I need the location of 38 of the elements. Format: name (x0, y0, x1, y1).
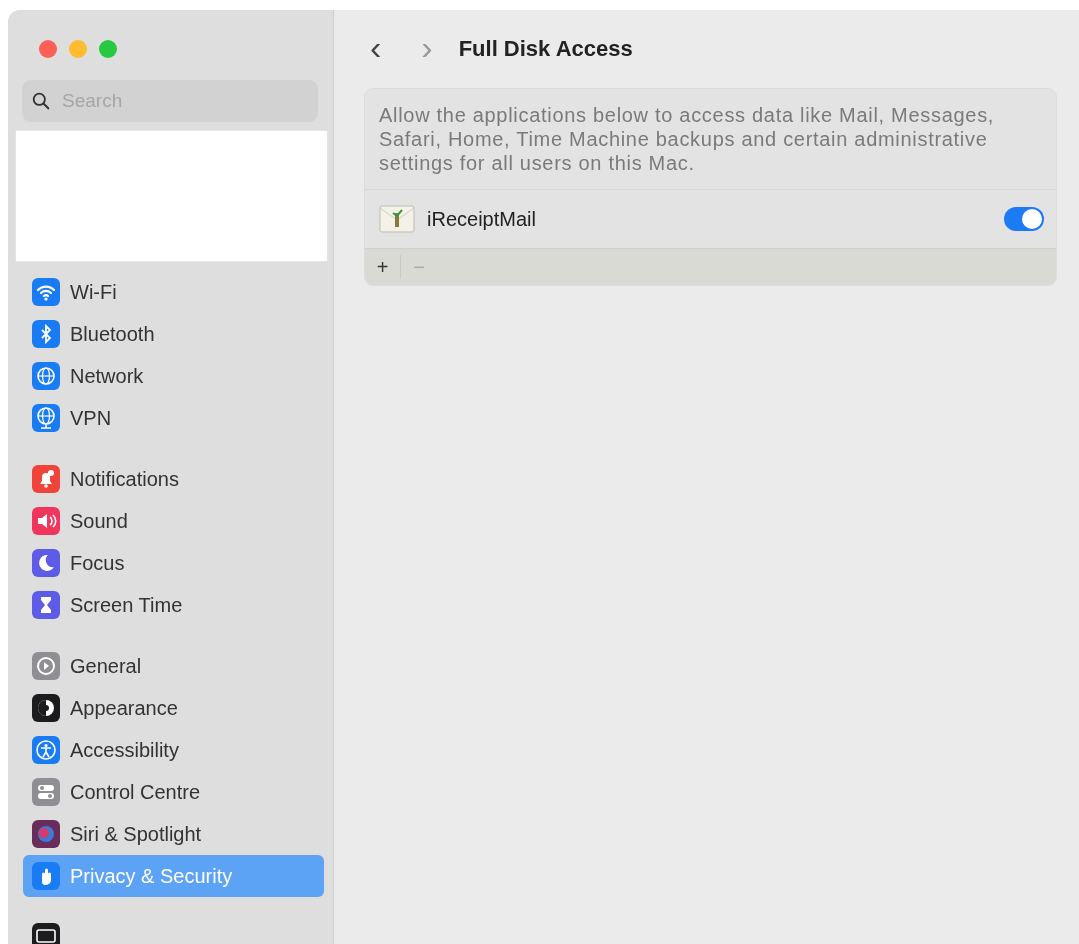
sidebar-item-label: Privacy & Security (70, 864, 233, 888)
sidebar-item-label: Appearance (70, 696, 178, 720)
description-text: Allow the applications below to access data like Mail, Messages, Safari, Home, Time Machine backups and certain administrative settings for all users on this Mac. (365, 89, 1056, 190)
sidebar-item[interactable]: Control Centre (23, 771, 324, 813)
sidebar-item-label: Control Centre (70, 780, 201, 804)
sidebar-item-label: Notifications (70, 467, 179, 491)
sidebar-item-label: Bluetooth (70, 322, 155, 346)
sidebar-item-label: Siri & Spotlight (70, 822, 202, 846)
sidebar-item-label: VPN (70, 406, 112, 430)
sidebar-item[interactable]: Wi-Fi (23, 271, 324, 313)
sidebar-item-label: Focus (70, 551, 125, 575)
zoom-button[interactable] (99, 40, 117, 58)
back-button[interactable]: ‹ (364, 30, 388, 64)
sidebar-item-label: Screen Time (70, 593, 183, 617)
minimize-button[interactable] (69, 40, 87, 58)
sidebar-item-label: Sound (70, 509, 128, 533)
sidebar-item[interactable]: Screen Time (23, 584, 324, 626)
sidebar-item[interactable]: General (23, 645, 324, 687)
sidebar-item[interactable]: Notifications (23, 458, 324, 500)
sidebar-item-label: Wi-Fi (70, 280, 117, 304)
sidebar-item-label: General (70, 654, 142, 678)
sidebar-item[interactable]: Sound (23, 500, 324, 542)
app-name: iReceiptMail (427, 207, 537, 231)
toggle-switch[interactable] (1004, 207, 1044, 231)
window-title: Full Disk Access (458, 36, 633, 62)
sidebar-item[interactable]: Bluetooth (23, 313, 324, 355)
sidebar-item[interactable]: Accessibility (23, 729, 324, 771)
sidebar-item[interactable]: Siri & Spotlight (23, 813, 324, 855)
close-button[interactable] (39, 40, 57, 58)
envelope-icon (379, 204, 415, 234)
sidebar-item-label: Accessibility (70, 738, 179, 762)
sidebar-item[interactable]: Focus (23, 542, 324, 584)
sidebar-item[interactable]: Network (23, 355, 324, 397)
search-icon (32, 92, 50, 110)
sidebar-item[interactable]: VPN (23, 397, 324, 439)
sidebar-item-label: Network (70, 364, 144, 388)
sidebar-item[interactable]: Appearance (23, 687, 324, 729)
add-button[interactable]: + (365, 255, 401, 279)
